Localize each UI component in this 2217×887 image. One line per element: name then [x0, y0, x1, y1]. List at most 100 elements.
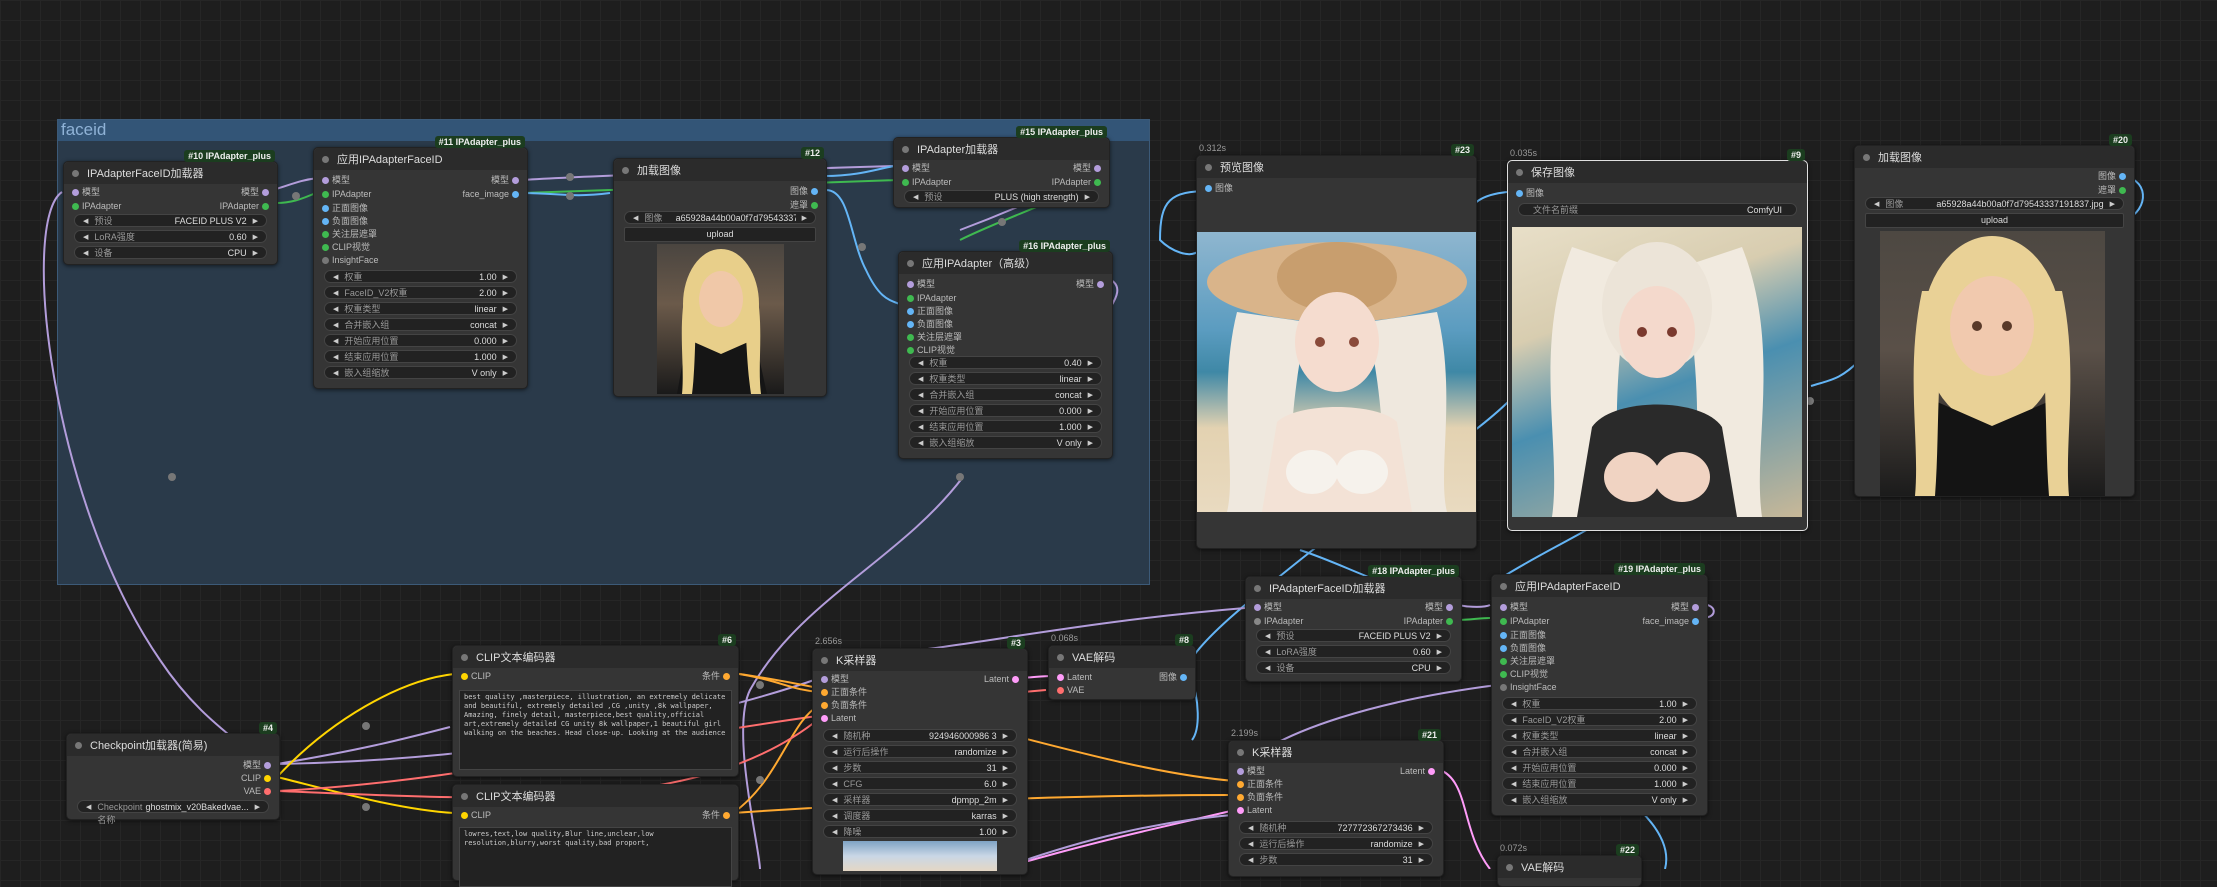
node-header[interactable]: 应用IPAdapterFaceID	[1492, 575, 1707, 597]
collapse-dot-icon[interactable]	[461, 653, 468, 661]
input-slot-model[interactable]: 模型	[1500, 601, 1528, 614]
widget-start-at[interactable]: ◀ 开始应用位置 0.000 ▶	[909, 404, 1102, 417]
widget-weight[interactable]: ◀ 权重 1.00 ▶	[1502, 697, 1697, 710]
widget-device[interactable]: ◀ 设备 CPU ▶	[74, 246, 267, 259]
input-slot-model[interactable]: 模型	[322, 174, 350, 187]
widget-image-select[interactable]: ◀图像a65928a44b00a0f7d79543337191837.jpg▶	[1865, 197, 2124, 210]
output-slot-image[interactable]: 图像	[1159, 671, 1187, 684]
input-slot-positive-image[interactable]: 正面图像	[322, 202, 368, 215]
input-slot-insightface[interactable]: InsightFace	[1500, 681, 1557, 694]
input-slot-attn-mask[interactable]: 关注层遮罩	[1500, 655, 1555, 668]
node-header[interactable]: CLIP文本编码器	[453, 646, 738, 668]
input-slot-model[interactable]: 模型	[1254, 601, 1282, 614]
input-slot-latent[interactable]: Latent	[1237, 804, 1272, 817]
node-header[interactable]: K采样器	[813, 649, 1027, 671]
prompt-textarea[interactable]: lowres,text,low quality,Blur line,unclea…	[459, 827, 732, 887]
input-slot-positive-image[interactable]: 正面图像	[907, 305, 953, 318]
node-ksampler-2[interactable]: 2.199s #21 K采样器 模型 Latent 正面条件 负面条件 Late…	[1228, 728, 1444, 877]
widget-faceid-v2-weight[interactable]: ◀ FaceID_V2权重 2.00 ▶	[1502, 713, 1697, 726]
node-header[interactable]: K采样器	[1229, 741, 1443, 763]
widget-lora-strength[interactable]: ◀ LoRA强度 0.60 ▶	[74, 230, 267, 243]
input-slot-ipadapter[interactable]: IPAdapter	[322, 188, 371, 201]
output-slot-latent[interactable]: Latent	[1400, 765, 1435, 778]
collapse-dot-icon[interactable]	[75, 741, 82, 749]
collapse-dot-icon[interactable]	[902, 145, 909, 153]
input-slot-positive[interactable]: 正面条件	[821, 686, 867, 699]
output-slot-face-image[interactable]: face_image	[462, 188, 519, 201]
input-slot-attn-mask[interactable]: 关注层遮罩	[907, 331, 962, 344]
node-header[interactable]: IPAdapterFaceID加载器	[64, 162, 277, 184]
widget-embeds-scaling[interactable]: ◀ 嵌入组缩放 V only ▶	[1502, 793, 1697, 806]
widget-scheduler[interactable]: ◀ 调度器 karras ▶	[823, 809, 1017, 822]
node-apply-ipadapter-faceid-2[interactable]: #19 IPAdapter_plus 应用IPAdapterFaceID 模型 …	[1491, 563, 1708, 816]
output-slot-ipadapter[interactable]: IPAdapter	[1404, 615, 1453, 628]
widget-image-select[interactable]: ◀图像a65928a44b00a0f7d79543337191837.jpg▶	[624, 211, 816, 224]
collapse-dot-icon[interactable]	[1500, 582, 1507, 590]
widget-weight-type[interactable]: ◀ 权重类型 linear ▶	[1502, 729, 1697, 742]
output-slot-model[interactable]: 模型	[1671, 601, 1699, 614]
output-slot-model[interactable]: 模型	[241, 186, 269, 199]
input-slot-vae[interactable]: VAE	[1057, 684, 1084, 697]
node-clip-text-encode-positive[interactable]: #6 CLIP文本编码器 CLIP 条件 best quality ,maste…	[452, 634, 739, 777]
widget-start-at[interactable]: ◀ 开始应用位置 0.000 ▶	[1502, 761, 1697, 774]
widget-device[interactable]: ◀ 设备 CPU ▶	[1256, 661, 1451, 674]
widget-preset[interactable]: ◀ 预设 FACEID PLUS V2 ▶	[1256, 629, 1451, 642]
input-slot-ipadapter[interactable]: IPAdapter	[907, 292, 956, 305]
output-slot-model[interactable]: 模型	[1076, 278, 1104, 291]
node-header[interactable]: IPAdapterFaceID加载器	[1246, 577, 1461, 599]
input-slot-negative[interactable]: 负面条件	[821, 699, 867, 712]
output-slot-conditioning[interactable]: 条件	[702, 670, 730, 683]
input-slot-clip-vision[interactable]: CLIP视觉	[1500, 668, 1548, 681]
widget-seed[interactable]: ◀ 随机种 924946000986 3 ▶	[823, 729, 1017, 742]
input-slot-ipadapter[interactable]: IPAdapter	[72, 200, 121, 213]
output-slot-model[interactable]: 模型	[1425, 601, 1453, 614]
widget-preset[interactable]: ◀ 预设 PLUS (high strength) ▶	[904, 190, 1099, 203]
widget-control-after-generate[interactable]: ◀ 运行后操作 randomize ▶	[823, 745, 1017, 758]
output-slot-conditioning[interactable]: 条件	[702, 809, 730, 822]
node-header[interactable]: IPAdapter加载器	[894, 138, 1109, 160]
output-slot-model[interactable]: 模型	[243, 759, 271, 772]
widget-end-at[interactable]: ◀ 结束应用位置 1.000 ▶	[909, 420, 1102, 433]
input-slot-ipadapter[interactable]: IPAdapter	[1254, 615, 1303, 628]
collapse-dot-icon[interactable]	[1057, 653, 1064, 661]
widget-weight-type[interactable]: ◀ 权重类型 linear ▶	[324, 302, 517, 315]
input-slot-positive[interactable]: 正面条件	[1237, 778, 1283, 791]
widget-steps[interactable]: ◀ 步数 31 ▶	[823, 761, 1017, 774]
input-slot-clip[interactable]: CLIP	[461, 670, 491, 683]
input-slot-clip-vision[interactable]: CLIP视觉	[322, 241, 370, 254]
output-slot-image[interactable]: 图像	[790, 185, 818, 198]
node-header[interactable]: 应用IPAdapterFaceID	[314, 148, 527, 170]
input-slot-image[interactable]: 图像	[1205, 182, 1233, 195]
widget-preset[interactable]: ◀ 预设 FACEID PLUS V2 ▶	[74, 214, 267, 227]
collapse-dot-icon[interactable]	[1516, 168, 1523, 176]
widget-control-after-generate[interactable]: ◀ 运行后操作 randomize ▶	[1239, 837, 1433, 850]
node-header[interactable]: CLIP文本编码器	[453, 785, 738, 807]
output-slot-model[interactable]: 模型	[1073, 162, 1101, 175]
input-slot-attn-mask[interactable]: 关注层遮罩	[322, 228, 377, 241]
input-slot-clip[interactable]: CLIP	[461, 809, 491, 822]
widget-embeds-scaling[interactable]: ◀ 嵌入组缩放 V only ▶	[909, 436, 1102, 449]
widget-seed[interactable]: ◀ 随机种 727772367273436 ▶	[1239, 821, 1433, 834]
collapse-dot-icon[interactable]	[72, 169, 79, 177]
widget-weight-type[interactable]: ◀ 权重类型 linear ▶	[909, 372, 1102, 385]
input-slot-latent[interactable]: Latent	[821, 712, 856, 725]
input-slot-negative[interactable]: 负面条件	[1237, 791, 1283, 804]
collapse-dot-icon[interactable]	[322, 155, 329, 163]
prompt-textarea[interactable]: best quality ,masterpiece, illustration,…	[459, 690, 732, 770]
input-slot-negative-image[interactable]: 负面图像	[322, 215, 368, 228]
output-slot-clip[interactable]: CLIP	[241, 772, 271, 785]
collapse-dot-icon[interactable]	[1863, 153, 1870, 161]
output-slot-ipadapter[interactable]: IPAdapter	[1052, 176, 1101, 189]
node-ipadapter-faceid-loader-2[interactable]: #18 IPAdapter_plus IPAdapterFaceID加载器 模型…	[1245, 565, 1462, 682]
collapse-dot-icon[interactable]	[1205, 163, 1212, 171]
widget-lora-strength[interactable]: ◀ LoRA强度 0.60 ▶	[1256, 645, 1451, 658]
widget-combine-embeds[interactable]: ◀ 合并嵌入组 concat ▶	[909, 388, 1102, 401]
collapse-dot-icon[interactable]	[461, 792, 468, 800]
node-vae-decode-2[interactable]: 0.072s #22 VAE解码	[1497, 843, 1642, 887]
output-slot-image[interactable]: 图像	[2098, 170, 2126, 183]
widget-steps[interactable]: ◀ 步数 31 ▶	[1239, 853, 1433, 866]
node-header[interactable]: VAE解码	[1498, 856, 1641, 878]
output-slot-ipadapter[interactable]: IPAdapter	[220, 200, 269, 213]
node-ipadapter-faceid-loader[interactable]: #10 IPAdapter_plus IPAdapterFaceID加载器 模型…	[63, 150, 278, 265]
node-preview-image[interactable]: 0.312s #23 预览图像 图像	[1196, 143, 1477, 549]
